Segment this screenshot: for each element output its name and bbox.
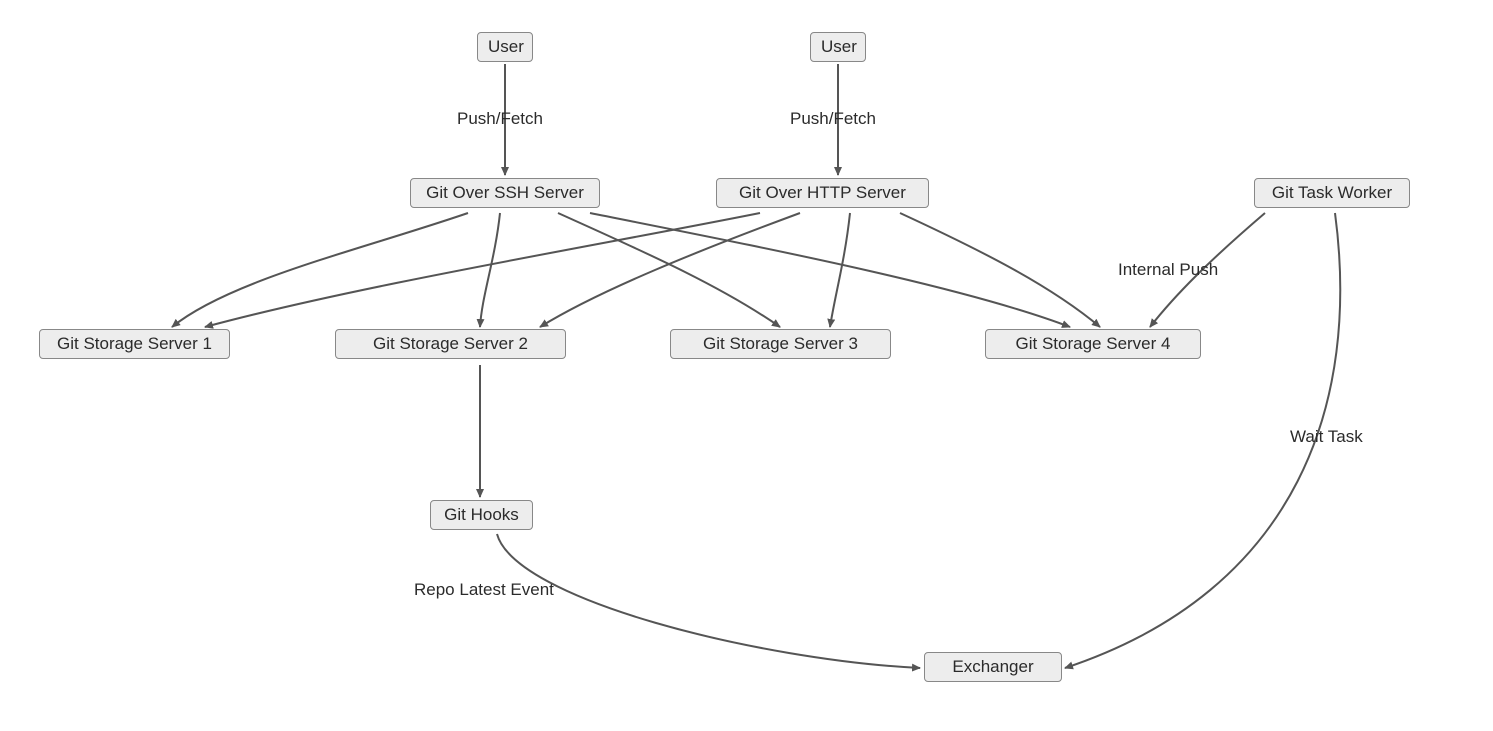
node-user-2: User [810, 32, 866, 62]
node-git-ssh-server: Git Over SSH Server [410, 178, 600, 208]
edge-label-internal-push: Internal Push [1118, 260, 1218, 280]
node-git-hooks: Git Hooks [430, 500, 533, 530]
edge-label-wait-task: Wait Task [1290, 427, 1363, 447]
edge-label-push-fetch-2: Push/Fetch [790, 109, 876, 129]
node-user-1: User [477, 32, 533, 62]
node-git-storage-3: Git Storage Server 3 [670, 329, 891, 359]
edge-label-repo-event: Repo Latest Event [414, 580, 554, 600]
node-git-storage-4: Git Storage Server 4 [985, 329, 1201, 359]
node-git-task-worker: Git Task Worker [1254, 178, 1410, 208]
node-git-storage-2: Git Storage Server 2 [335, 329, 566, 359]
node-git-http-server: Git Over HTTP Server [716, 178, 929, 208]
edge-label-push-fetch-1: Push/Fetch [457, 109, 543, 129]
node-exchanger: Exchanger [924, 652, 1062, 682]
node-git-storage-1: Git Storage Server 1 [39, 329, 230, 359]
diagram-edges [0, 0, 1493, 731]
